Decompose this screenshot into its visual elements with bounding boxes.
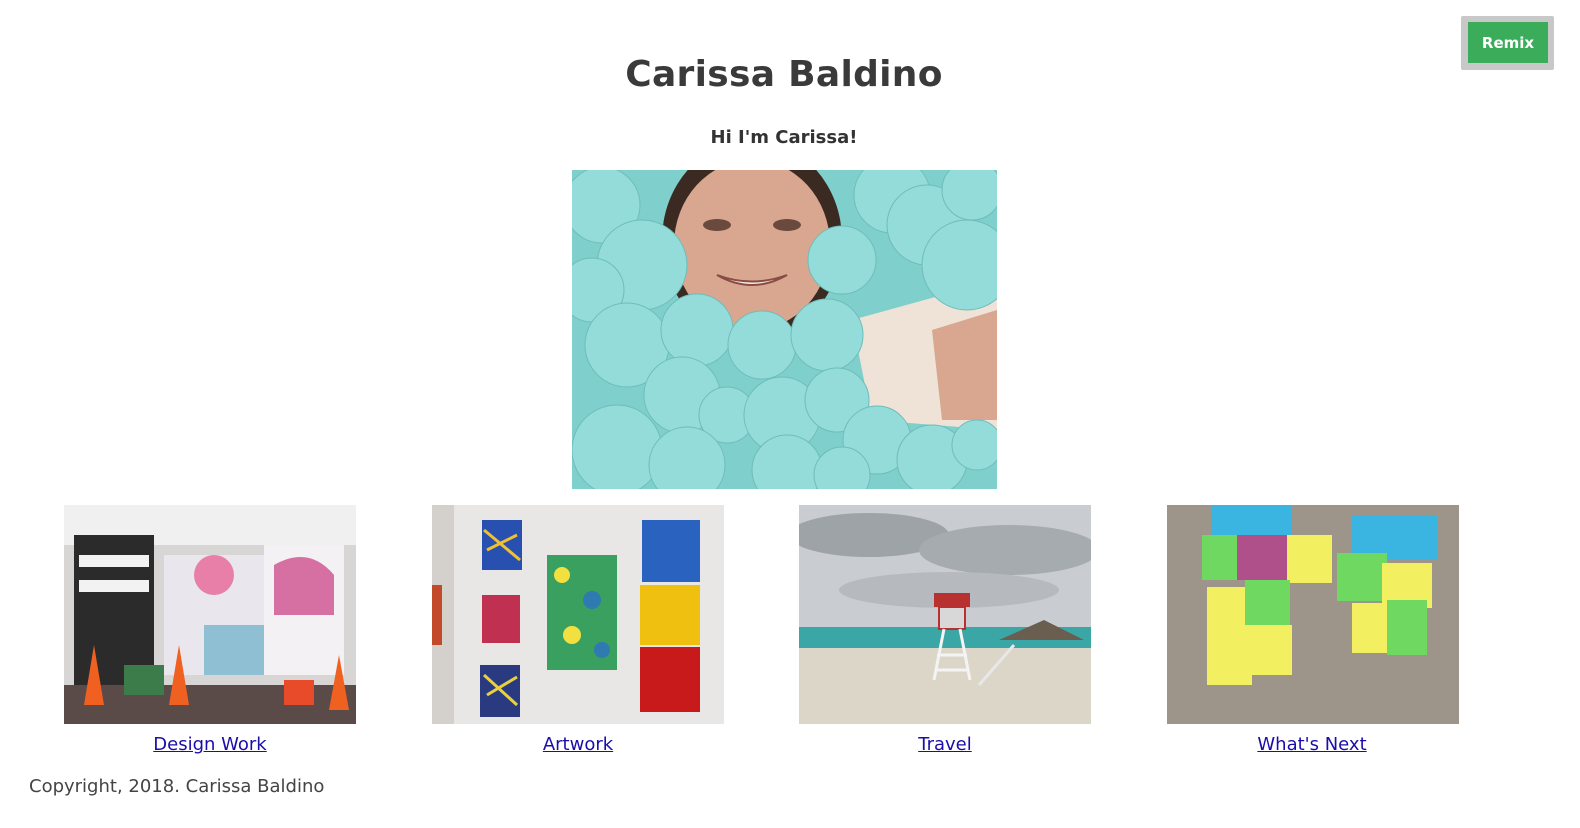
portrait-photo: [572, 170, 997, 489]
gallery-link-design-work[interactable]: Design Work: [64, 734, 356, 755]
gallery-link-travel[interactable]: Travel: [799, 734, 1091, 755]
page-title: Carissa Baldino: [625, 54, 943, 95]
footer-copyright: Copyright, 2018. Carissa Baldino: [29, 776, 325, 797]
gallery-link-artwork[interactable]: Artwork: [432, 734, 724, 755]
intro-heading: Hi I'm Carissa!: [710, 127, 858, 148]
artwork-thumbnail[interactable]: [432, 505, 724, 724]
travel-thumbnail[interactable]: [799, 505, 1091, 724]
design-work-thumbnail[interactable]: [64, 505, 356, 724]
whats-next-thumbnail[interactable]: [1167, 505, 1459, 724]
gallery-link-whats-next[interactable]: What's Next: [1166, 734, 1458, 755]
